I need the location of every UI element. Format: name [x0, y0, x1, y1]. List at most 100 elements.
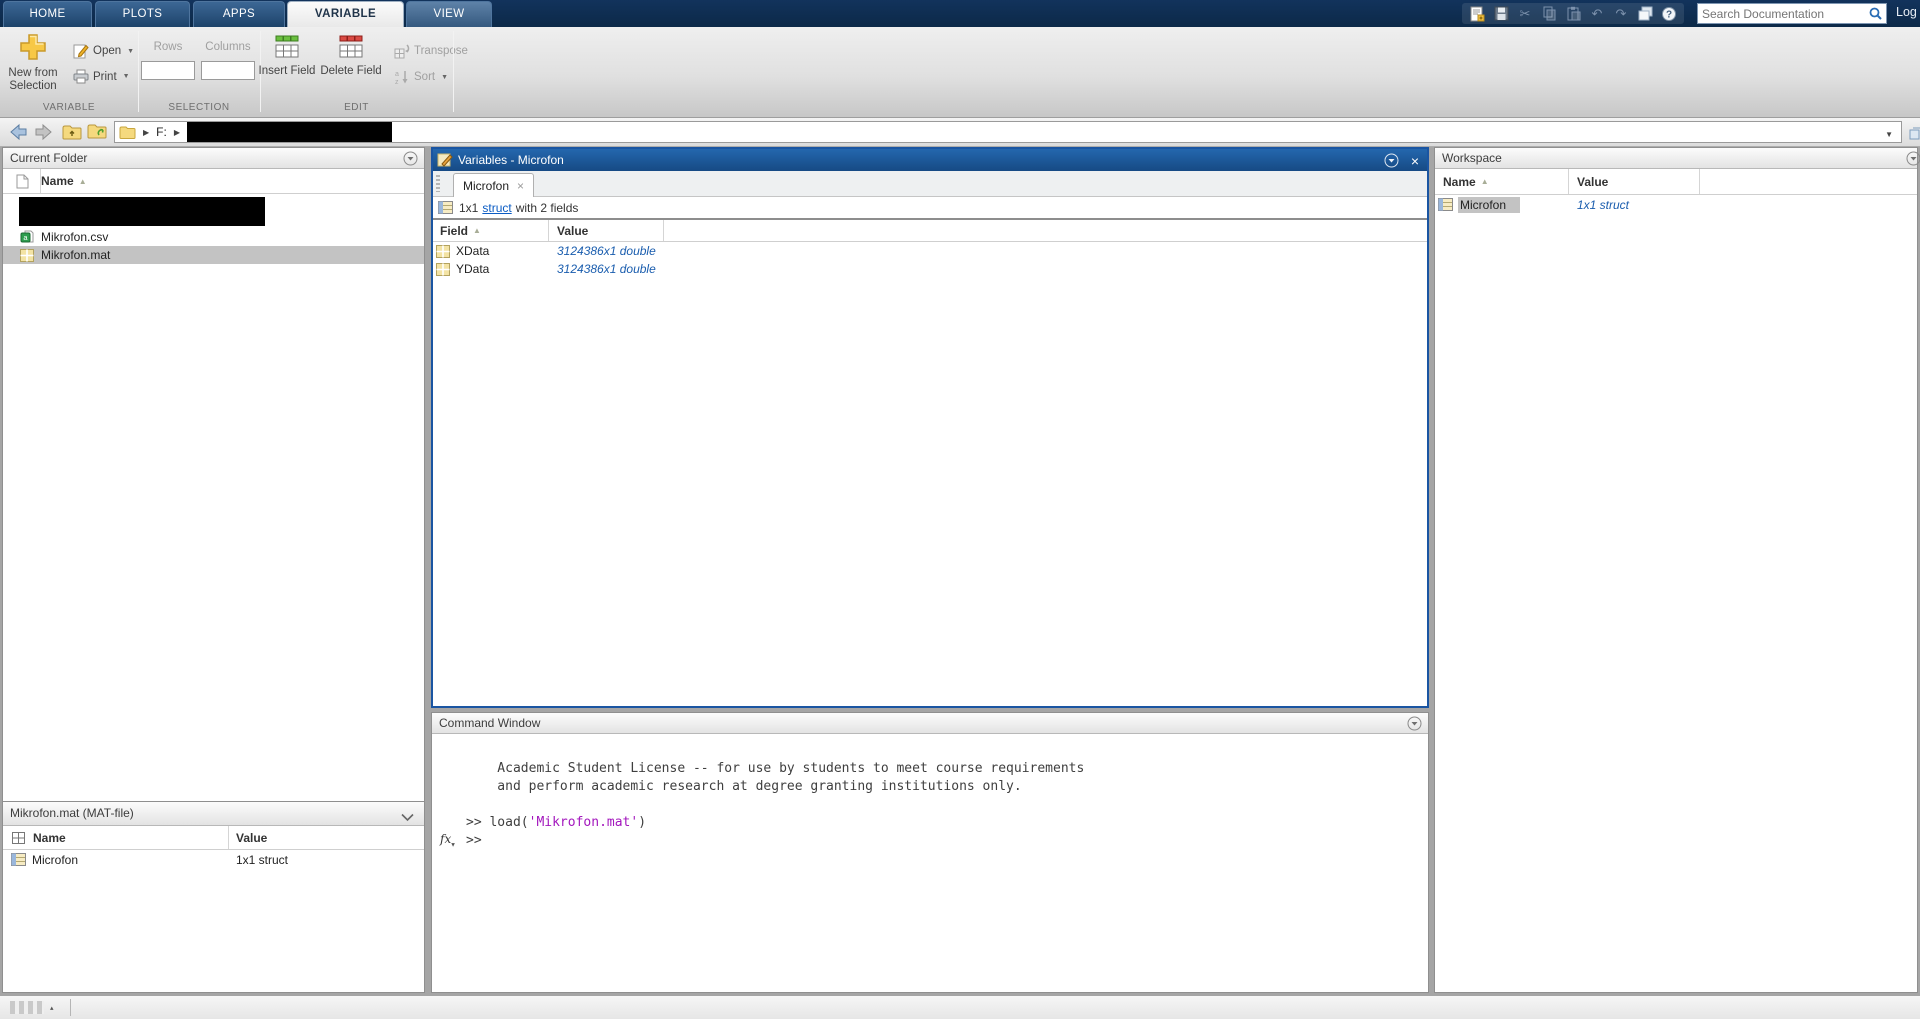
- search-documentation-input[interactable]: [1698, 7, 1865, 21]
- details-table-header: Name Value: [3, 826, 424, 850]
- open-icon: [73, 43, 89, 59]
- details-row[interactable]: Microfon 1x1 struct: [3, 850, 424, 869]
- search-documentation-box: [1697, 3, 1887, 24]
- workspace-table-header: Name ▲ Value: [1435, 169, 1917, 195]
- file-type-column-icon[interactable]: [3, 174, 41, 189]
- transpose-label: Transpose: [414, 45, 468, 57]
- tab-variable[interactable]: VARIABLE: [287, 1, 404, 27]
- tab-plots[interactable]: PLOTS: [95, 1, 190, 27]
- file-row-mat-selected[interactable]: Mikrofon.mat: [3, 246, 424, 264]
- breadcrumb-caret-icon: ▶: [174, 128, 180, 137]
- svg-text:z: z: [395, 79, 399, 85]
- summary-suffix: with 2 fields: [516, 201, 579, 215]
- field-value: 3124386x1 double: [557, 262, 656, 276]
- open-button[interactable]: Open ▼: [73, 43, 134, 59]
- variables-document-tab[interactable]: Microfon ×: [453, 173, 534, 197]
- tab-apps[interactable]: APPS: [193, 1, 285, 27]
- print-icon: [73, 69, 89, 84]
- delete-field-icon: [338, 35, 364, 59]
- panel-menu-icon[interactable]: [1906, 151, 1920, 166]
- panel-menu-icon[interactable]: [403, 151, 418, 166]
- breadcrumb-drive[interactable]: F:: [156, 125, 167, 139]
- undo-icon: ↶: [1588, 5, 1606, 22]
- mat-file-icon: [20, 249, 37, 262]
- struct-summary-row: 1x1 struct with 2 fields: [433, 197, 1427, 220]
- struct-link[interactable]: struct: [482, 201, 511, 215]
- rows-input[interactable]: [141, 61, 195, 80]
- back-button[interactable]: [6, 121, 29, 143]
- grid-header-icon: [3, 832, 33, 844]
- fx-function-hints-icon[interactable]: fx▼: [440, 832, 455, 849]
- variables-menu-icon[interactable]: [1384, 153, 1399, 168]
- value-column-header[interactable]: Value: [1577, 175, 1608, 189]
- close-panel-icon[interactable]: ×: [1411, 151, 1419, 172]
- name-column-header[interactable]: Name: [41, 174, 74, 188]
- file-list-header: Name ▲: [3, 169, 424, 194]
- details-value-header[interactable]: Value: [236, 831, 267, 845]
- delete-field-button[interactable]: Delete Field: [320, 35, 382, 78]
- variables-panel: Variables - Microfon × Microfon × 1x1 st…: [431, 147, 1429, 708]
- tab-view[interactable]: VIEW: [406, 1, 492, 27]
- field-name: XData: [456, 244, 489, 258]
- address-toolbar: ▶ F: ▶ ▼: [0, 118, 1920, 147]
- numeric-array-icon: [436, 245, 453, 258]
- address-bar[interactable]: ▶ F: ▶ ▼: [114, 121, 1902, 143]
- details-row-value: 1x1 struct: [236, 853, 288, 867]
- name-column-header[interactable]: Name: [1443, 175, 1476, 189]
- matlab-desktop: { "icons": { "sort_asc": "▲", "caret_dow…: [0, 0, 1920, 1019]
- save-icon[interactable]: [1492, 5, 1510, 22]
- license-line: and perform academic research at degree …: [466, 778, 1428, 796]
- file-name: Mikrofon.csv: [41, 230, 108, 244]
- up-one-level-button[interactable]: [60, 121, 83, 143]
- variables-tab-strip: Microfon ×: [433, 171, 1427, 197]
- struct-icon: [438, 201, 453, 214]
- value-column-header[interactable]: Value: [557, 224, 588, 238]
- details-name-header[interactable]: Name: [33, 831, 66, 845]
- address-actions-icon[interactable]: [1904, 123, 1920, 145]
- variables-row-ydata[interactable]: YData 3124386x1 double: [433, 260, 1427, 278]
- transpose-button: Transpose: [394, 43, 468, 59]
- new-from-selection-button[interactable]: New from Selection: [2, 33, 64, 93]
- details-title: Mikrofon.mat (MAT-file): [10, 806, 134, 820]
- help-icon[interactable]: ?: [1660, 5, 1678, 22]
- field-value: 3124386x1 double: [557, 244, 656, 258]
- search-icon[interactable]: [1865, 7, 1886, 20]
- transpose-icon: [394, 43, 410, 59]
- paste-icon: [1564, 5, 1582, 22]
- forward-button[interactable]: [32, 121, 55, 143]
- status-grip-arrow-icon: ▴: [50, 1004, 54, 1012]
- browse-folder-button[interactable]: [86, 121, 109, 143]
- new-from-selection-label: New from Selection: [2, 67, 64, 93]
- field-column-header[interactable]: Field: [440, 224, 468, 238]
- new-script-icon[interactable]: [1468, 5, 1486, 22]
- summary-size: 1x1: [459, 201, 478, 215]
- workspace-row-microfon[interactable]: Microfon 1x1 struct: [1435, 195, 1917, 214]
- tab-home[interactable]: HOME: [3, 1, 92, 27]
- window-layout-icon[interactable]: [1636, 5, 1654, 22]
- command-prompt[interactable]: >>: [466, 832, 1428, 850]
- struct-icon: [11, 853, 28, 866]
- details-title-bar[interactable]: Mikrofon.mat (MAT-file): [3, 802, 424, 826]
- print-button[interactable]: Print ▼: [73, 69, 130, 84]
- file-name: Mikrofon.mat: [41, 248, 110, 262]
- file-row-csv[interactable]: a Mikrofon.csv: [3, 228, 424, 246]
- group-label-selection: SELECTION: [138, 100, 260, 116]
- close-tab-icon[interactable]: ×: [517, 179, 524, 193]
- login-link[interactable]: Log In: [1896, 5, 1920, 19]
- variables-title-bar: Variables - Microfon ×: [433, 149, 1427, 171]
- variables-title: Variables - Microfon: [458, 150, 564, 171]
- status-grip-handle[interactable]: [10, 1001, 44, 1014]
- copy-icon: [1540, 5, 1558, 22]
- tabstrip-grip[interactable]: [436, 175, 440, 192]
- current-folder-title: Current Folder: [10, 151, 87, 165]
- command-window-content[interactable]: Academic Student License -- for use by s…: [432, 734, 1428, 850]
- address-dropdown-icon[interactable]: ▼: [1885, 130, 1893, 139]
- sort-icon: az: [394, 69, 410, 85]
- quick-access-toolbar: ✂ ↶ ↷ ?: [1462, 3, 1684, 24]
- variables-table-header: Field ▲ Value: [433, 220, 1427, 242]
- variables-row-xdata[interactable]: XData 3124386x1 double: [433, 242, 1427, 260]
- panel-menu-icon[interactable]: [1407, 716, 1422, 731]
- insert-field-button[interactable]: Insert Field: [257, 35, 317, 78]
- command-window-title-bar: Command Window: [432, 713, 1428, 734]
- columns-input[interactable]: [201, 61, 255, 80]
